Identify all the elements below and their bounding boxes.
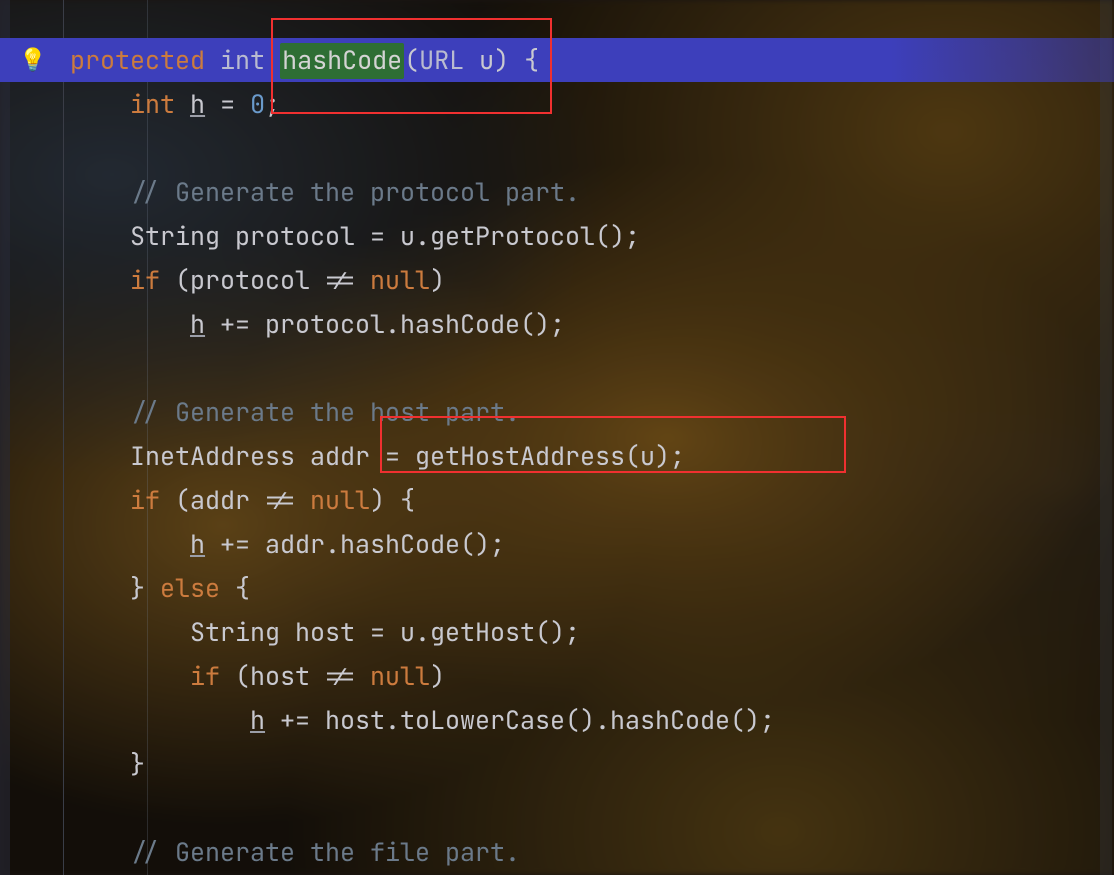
eq: = [205, 87, 250, 121]
param-type: URL [419, 43, 464, 77]
cond: (addr != [160, 483, 310, 517]
blank-line[interactable] [0, 786, 1114, 830]
cond: ) { [370, 483, 415, 517]
code-line[interactable]: // Generate the host part. [0, 390, 1114, 434]
keyword: if [130, 263, 160, 297]
code-line[interactable]: } [0, 742, 1114, 786]
keyword: int [130, 87, 175, 121]
comment: // Generate the protocol part. [130, 175, 580, 209]
code-line[interactable]: h += host.toLowerCase().hashCode(); [0, 698, 1114, 742]
param: u [479, 43, 494, 77]
var: h [250, 703, 265, 737]
code-line[interactable]: if (addr != null) { [0, 478, 1114, 522]
keyword: if [190, 659, 220, 693]
punct: ( [404, 43, 419, 77]
code-line[interactable] [0, 0, 1114, 38]
keyword: null [310, 483, 370, 517]
comment: // Generate the host part. [130, 395, 520, 429]
blank-line[interactable] [0, 346, 1114, 390]
method-name: hashCode [280, 43, 404, 79]
semi: ; [265, 87, 280, 121]
comment: // Generate the file part. [130, 835, 520, 869]
stmt: String host = u.getHost(); [190, 615, 580, 649]
code-line[interactable]: int h = 0; [0, 82, 1114, 126]
code-line[interactable]: } else { [0, 566, 1114, 610]
cond: ) [430, 263, 445, 297]
code-line[interactable]: protected int hashCode(URL u) { [0, 38, 1114, 82]
keyword: null [370, 263, 430, 297]
stmt: += addr.hashCode(); [205, 527, 505, 561]
keyword: null [370, 659, 430, 693]
code-line[interactable]: if (protocol != null) [0, 258, 1114, 302]
lightbulb-icon[interactable]: 💡 [19, 38, 46, 82]
var: h [190, 87, 205, 121]
code-line[interactable]: h += protocol.hashCode(); [0, 302, 1114, 346]
blank-line[interactable] [0, 126, 1114, 170]
brace: } [130, 747, 145, 781]
code-line[interactable]: h += addr.hashCode(); [0, 522, 1114, 566]
code-line[interactable]: // Generate the protocol part. [0, 170, 1114, 214]
stmt: InetAddress addr = getHostAddress(u); [130, 439, 685, 473]
keyword: else [145, 571, 235, 605]
stmt: += protocol.hashCode(); [205, 307, 565, 341]
number: 0 [250, 87, 265, 121]
brace: } [130, 571, 145, 605]
var: h [190, 307, 205, 341]
code-line[interactable]: // Generate the file part. [0, 830, 1114, 874]
keyword: protected [70, 43, 205, 77]
cond: (host != [220, 659, 370, 693]
code-editor[interactable]: 💡 protected int hashCode(URL u) { int h … [0, 0, 1114, 875]
punct: ) [494, 43, 509, 77]
code-line[interactable]: InetAddress addr = getHostAddress(u); [0, 434, 1114, 478]
brace: { [235, 571, 250, 605]
code-line[interactable]: String host = u.getHost(); [0, 610, 1114, 654]
code-line[interactable]: if (host != null) [0, 654, 1114, 698]
cond: (protocol != [160, 263, 370, 297]
code-line[interactable]: String protocol = u.getProtocol(); [0, 214, 1114, 258]
brace: { [509, 43, 539, 77]
cond: ) [430, 659, 445, 693]
code-lines: protected int hashCode(URL u) { int h = … [0, 0, 1114, 874]
var: h [190, 527, 205, 561]
stmt: += host.toLowerCase().hashCode(); [265, 703, 775, 737]
return-type: int [220, 43, 265, 77]
keyword: if [130, 483, 160, 517]
stmt: String protocol = u.getProtocol(); [130, 219, 640, 253]
